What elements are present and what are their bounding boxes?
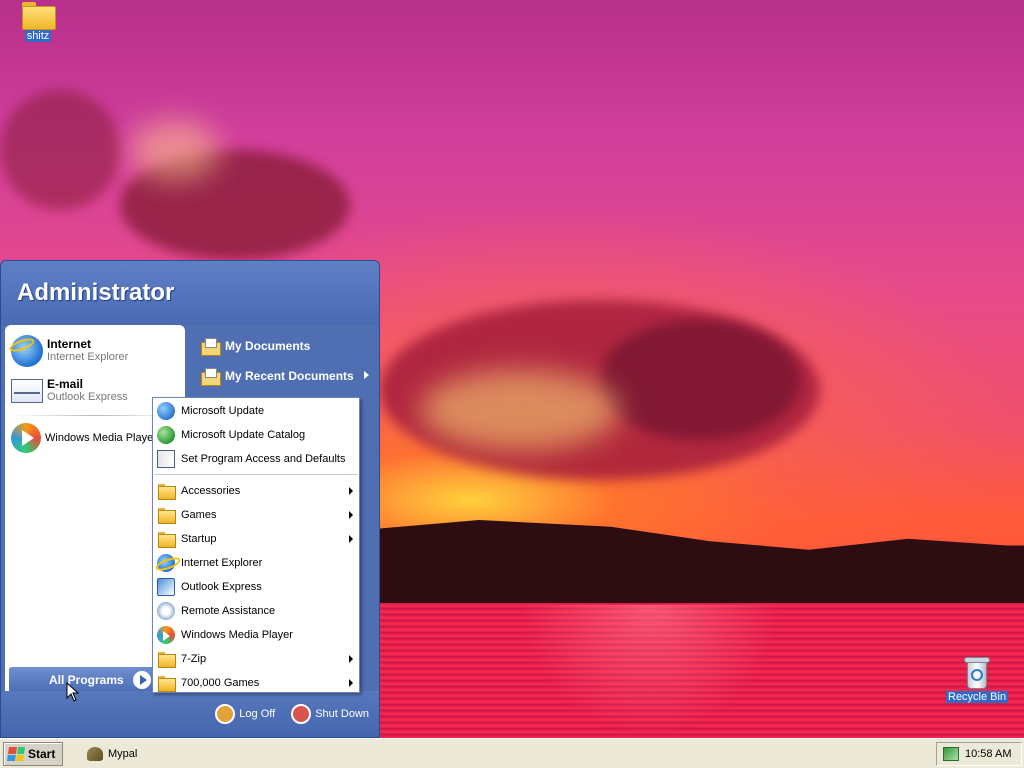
separator: [155, 474, 357, 475]
folder-icon: [157, 650, 176, 668]
submenu-arrow-icon: [349, 655, 353, 663]
program-access-icon: [157, 450, 175, 468]
start-menu-footer: Log Off Shut Down: [1, 691, 379, 737]
menu-item-games[interactable]: Games: [153, 503, 359, 527]
internet-explorer-icon: [11, 335, 43, 367]
taskbar: Start Mypal 10:58 AM: [0, 738, 1024, 768]
start-label: Start: [28, 746, 56, 761]
desktop-icon-label: Recycle Bin: [946, 691, 1009, 703]
menu-item-label: Microsoft Update: [181, 405, 265, 417]
my-documents-link[interactable]: My Documents: [189, 331, 379, 361]
menu-item-startup[interactable]: Startup: [153, 527, 359, 551]
menu-item-7-zip[interactable]: 7-Zip: [153, 647, 359, 671]
taskbar-button-mypal[interactable]: Mypal: [87, 746, 138, 761]
menu-item-label: Games: [181, 509, 217, 521]
taskbar-button-label: Mypal: [108, 747, 138, 760]
outlook-express-icon: [157, 578, 175, 596]
my-recent-documents-icon: [201, 368, 221, 386]
menu-item-outlook-express[interactable]: Outlook Express: [153, 575, 359, 599]
menu-item-label: Set Program Access and Defaults: [181, 453, 346, 465]
menu-item-microsoft-update-catalog[interactable]: Microsoft Update Catalog: [153, 423, 359, 447]
recent-program-label: Windows Media Player: [45, 431, 157, 444]
windows-logo-icon: [7, 746, 25, 761]
submenu-arrow-icon: [349, 511, 353, 519]
menu-item-700000-games[interactable]: 700,000 Games: [153, 671, 359, 695]
folder-icon: [157, 674, 176, 692]
system-tray: 10:58 AM: [936, 741, 1022, 766]
microsoft-update-icon: [157, 402, 175, 420]
folder-icon: [157, 530, 176, 548]
folder-icon: [22, 2, 56, 30]
desktop-icon-shitz[interactable]: shitz: [22, 2, 56, 42]
clock[interactable]: 10:58 AM: [965, 748, 1011, 760]
wallpaper-glow: [130, 120, 220, 180]
menu-item-label: Remote Assistance: [181, 605, 276, 617]
arrow-right-icon: [133, 671, 151, 689]
network-icon[interactable]: [943, 746, 959, 761]
menu-item-microsoft-update[interactable]: Microsoft Update: [153, 399, 359, 423]
menu-item-label: 7-Zip: [181, 653, 207, 665]
menu-item-label: Windows Media Player: [181, 629, 293, 641]
menu-item-label: 700,000 Games: [181, 677, 260, 689]
outlook-express-icon: [11, 379, 43, 403]
menu-item-set-program-access[interactable]: Set Program Access and Defaults: [153, 447, 359, 471]
desktop-icon-label: shitz: [24, 30, 52, 42]
mypal-icon: [87, 746, 103, 761]
wallpaper-cloud: [0, 90, 120, 210]
menu-item-label: Microsoft Update Catalog: [181, 429, 306, 441]
menu-item-accessories[interactable]: Accessories: [153, 479, 359, 503]
wallpaper-glow: [420, 370, 620, 450]
menu-item-remote-assistance[interactable]: Remote Assistance: [153, 599, 359, 623]
log-off-label: Log Off: [239, 708, 276, 720]
all-programs-button[interactable]: All Programs: [9, 667, 157, 693]
my-recent-documents-link[interactable]: My Recent Documents: [189, 361, 379, 391]
all-programs-menu: Microsoft Update Microsoft Update Catalo…: [152, 397, 360, 693]
windows-media-player-icon: [11, 423, 41, 453]
my-documents-icon: [201, 338, 221, 356]
remote-assistance-icon: [157, 602, 175, 620]
menu-item-label: Outlook Express: [181, 581, 262, 593]
all-programs-label: All Programs: [49, 673, 124, 687]
submenu-arrow-icon: [364, 371, 369, 379]
pinned-primary-label: E-mail: [47, 377, 84, 391]
folder-icon: [157, 506, 176, 524]
wallpaper-cloud: [600, 320, 800, 440]
power-icon: [291, 704, 312, 724]
menu-item-label: Internet Explorer: [181, 557, 263, 569]
submenu-arrow-icon: [349, 679, 353, 687]
menu-item-windows-media-player[interactable]: Windows Media Player: [153, 623, 359, 647]
submenu-arrow-icon: [349, 487, 353, 495]
wallpaper-hills: [380, 520, 1024, 605]
folder-icon: [157, 482, 176, 500]
internet-explorer-icon: [157, 554, 175, 572]
start-menu-header: Administrator: [1, 261, 379, 325]
log-off-button[interactable]: Log Off: [215, 704, 275, 724]
my-recent-documents-label: My Recent Documents: [225, 369, 354, 383]
pinned-secondary-label: Internet Explorer: [47, 351, 129, 363]
desktop-icon-recycle-bin[interactable]: Recycle Bin: [946, 657, 1009, 703]
wallpaper-water-glow: [520, 605, 780, 735]
submenu-arrow-icon: [349, 535, 353, 543]
pinned-secondary-label: Outlook Express: [47, 391, 128, 403]
update-catalog-icon: [157, 426, 175, 444]
shut-down-label: Shut Down: [315, 708, 369, 720]
start-button[interactable]: Start: [3, 741, 63, 766]
windows-media-player-icon: [157, 626, 175, 644]
pinned-primary-label: Internet: [47, 337, 92, 351]
key-icon: [215, 704, 236, 724]
shut-down-button[interactable]: Shut Down: [291, 704, 369, 724]
my-documents-label: My Documents: [225, 339, 311, 353]
menu-item-label: Startup: [181, 533, 217, 545]
menu-item-label: Accessories: [181, 485, 241, 497]
pinned-internet[interactable]: Internet Internet Explorer: [5, 331, 185, 371]
menu-item-internet-explorer[interactable]: Internet Explorer: [153, 551, 359, 575]
user-name: Administrator: [17, 279, 175, 306]
recycle-bin-icon: [964, 657, 991, 689]
